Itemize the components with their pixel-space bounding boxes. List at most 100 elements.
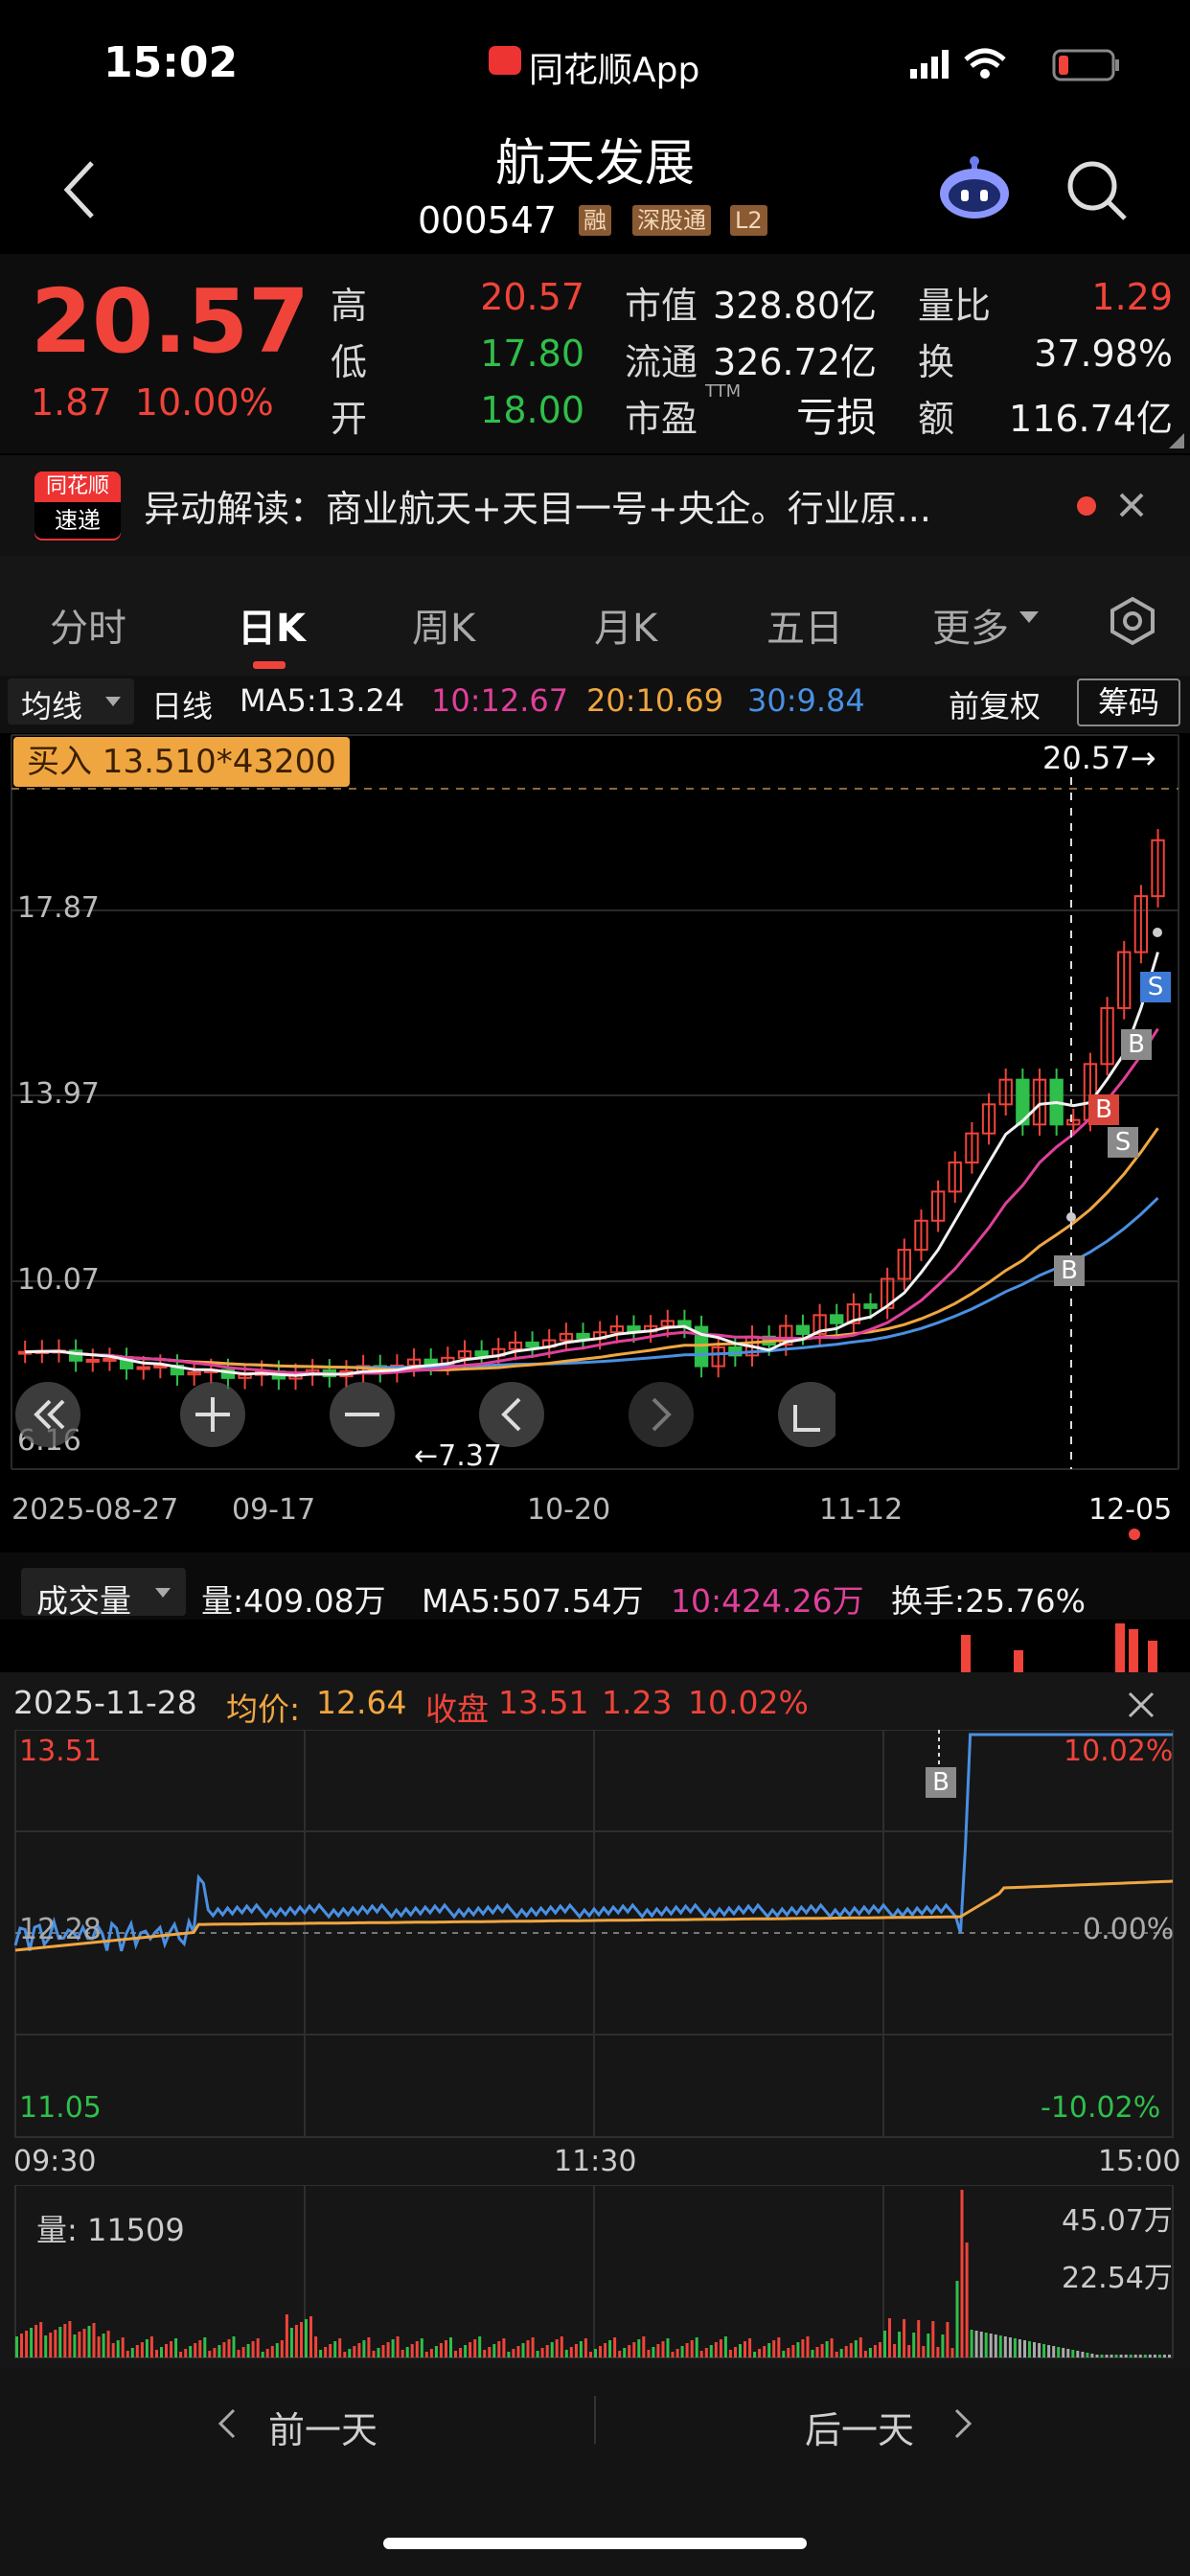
intraday-volume-bar bbox=[931, 2321, 935, 2358]
intraday-volume-top: 45.07万 bbox=[1062, 2204, 1173, 2238]
volume-ratio-label: 量比 bbox=[918, 285, 992, 327]
expand-corner-icon[interactable] bbox=[1169, 433, 1184, 448]
status-app-name: 同花顺App bbox=[529, 51, 700, 90]
intraday-volume-bar bbox=[1157, 2355, 1161, 2358]
intraday-volume-bar bbox=[723, 2336, 727, 2358]
intraday-volume-bar bbox=[1168, 2355, 1171, 2358]
intraday-volume-bar bbox=[1124, 2355, 1128, 2358]
close-percent: 10.02% bbox=[688, 1684, 809, 1721]
tab-five-day[interactable]: 五日 bbox=[767, 597, 843, 653]
pe-label: 市盈 bbox=[625, 398, 698, 440]
intraday-volume-bar bbox=[391, 2339, 395, 2358]
search-icon[interactable] bbox=[1065, 159, 1129, 222]
tab-intraday[interactable]: 分时 bbox=[50, 597, 126, 653]
zoom-in-button[interactable] bbox=[176, 1380, 249, 1449]
buy-marker[interactable]: B bbox=[1088, 1094, 1119, 1125]
intraday-volume-bar bbox=[275, 2343, 279, 2358]
close-icon[interactable] bbox=[1117, 491, 1146, 519]
next-day-button[interactable]: 后一天 bbox=[805, 2401, 914, 2453]
close-icon[interactable] bbox=[1127, 1690, 1156, 1719]
buy-marker[interactable]: B bbox=[1121, 1029, 1152, 1060]
intraday-volume-bar bbox=[179, 2352, 183, 2358]
tab-monthly-k[interactable]: 月K bbox=[594, 597, 657, 653]
intraday-volume-bar bbox=[748, 2338, 752, 2358]
intraday-volume-bar bbox=[560, 2336, 563, 2358]
buy-marker[interactable]: B bbox=[1054, 1255, 1085, 1286]
intraday-volume-bar bbox=[314, 2336, 318, 2358]
robot-assistant-icon[interactable] bbox=[937, 153, 1012, 222]
candle-body bbox=[830, 1314, 844, 1324]
intraday-volume-bar bbox=[49, 2333, 53, 2358]
tab-weekly-k[interactable]: 周K bbox=[412, 597, 475, 653]
chips-button[interactable]: 筹码 bbox=[1077, 678, 1180, 726]
intraday-volume-bar bbox=[950, 2348, 954, 2358]
ma30-value: 30:9.84 bbox=[747, 682, 865, 719]
fullscreen-button[interactable] bbox=[774, 1380, 847, 1449]
intraday-volume-bar bbox=[835, 2352, 838, 2358]
battery-icon bbox=[1052, 49, 1119, 81]
intraday-volume-bar bbox=[647, 2350, 651, 2358]
intraday-volume-bar bbox=[329, 2344, 332, 2358]
intraday-volume-bar bbox=[1003, 2336, 1007, 2358]
tab-daily-k[interactable]: 日K bbox=[238, 597, 306, 653]
intraday-volume-bar bbox=[39, 2322, 43, 2358]
amount-value: 116.74亿 bbox=[1009, 398, 1173, 440]
tag-margin: 融 bbox=[579, 205, 611, 236]
intraday-volume-bar bbox=[739, 2344, 742, 2358]
intraday-volume-bar bbox=[854, 2340, 858, 2358]
prev-day-button[interactable]: 前一天 bbox=[268, 2401, 378, 2453]
close-label: 收盘 bbox=[425, 1690, 489, 1728]
intraday-volume-bar bbox=[265, 2349, 269, 2358]
intraday-volume-bar bbox=[232, 2336, 236, 2358]
intraday-volume-bar bbox=[280, 2340, 284, 2358]
zoom-out-button[interactable] bbox=[326, 1380, 399, 1449]
open-label: 开 bbox=[331, 398, 368, 440]
intraday-volume-bar bbox=[652, 2347, 655, 2358]
adjust-button[interactable]: 前复权 bbox=[949, 682, 1041, 726]
intraday-volume-bar bbox=[324, 2347, 328, 2358]
pe-value: 亏损 bbox=[795, 394, 877, 441]
intraday-volume-bar bbox=[579, 2341, 583, 2358]
intraday-volume-bar bbox=[873, 2345, 877, 2358]
intraday-volume-bar bbox=[289, 2328, 293, 2358]
intraday-volume-bar bbox=[555, 2339, 559, 2358]
ma5-value: MA5:13.24 bbox=[240, 682, 405, 719]
intraday-volume-bar bbox=[256, 2338, 260, 2358]
intraday-volume-bar bbox=[1095, 2355, 1099, 2358]
intraday-volume-bar bbox=[801, 2339, 805, 2358]
intraday-volume-bar bbox=[25, 2331, 29, 2358]
intraday-volume-bar bbox=[936, 2347, 940, 2358]
ma-select-label[interactable]: 均线 bbox=[21, 682, 82, 726]
news-text[interactable]: 异动解读：商业航天+天目一号+央企。行业原... bbox=[144, 479, 931, 532]
intraday-volume-bar bbox=[974, 2331, 978, 2358]
sell-marker[interactable]: S bbox=[1108, 1127, 1138, 1158]
intraday-x-tick: 09:30 bbox=[13, 2145, 97, 2178]
intraday-volume-bar bbox=[145, 2339, 149, 2358]
pe-ttm-sup: TTM bbox=[705, 381, 742, 402]
intraday-volume-bar bbox=[348, 2349, 352, 2358]
intraday-chart[interactable] bbox=[0, 1730, 1190, 2142]
intraday-volume-bar bbox=[675, 2349, 679, 2358]
candle-body bbox=[795, 1324, 811, 1335]
intraday-volume-bar bbox=[165, 2344, 168, 2358]
tab-more[interactable]: 更多 bbox=[932, 597, 1009, 653]
candle-body bbox=[423, 1358, 438, 1366]
intraday-volume-bar bbox=[213, 2348, 217, 2358]
settings-hex-icon[interactable] bbox=[1108, 596, 1157, 646]
mcap-label: 市值 bbox=[625, 285, 698, 327]
scroll-right-button[interactable] bbox=[625, 1380, 698, 1449]
sell-marker[interactable]: S bbox=[1140, 972, 1171, 1002]
scroll-left-button[interactable] bbox=[475, 1380, 548, 1449]
turnover-rate: 换手:25.76% bbox=[891, 1582, 1086, 1620]
buy-marker[interactable]: B bbox=[926, 1767, 956, 1798]
intraday-volume-bar bbox=[106, 2331, 110, 2358]
intraday-volume-bar bbox=[300, 2322, 303, 2358]
intraday-volume-bar bbox=[661, 2341, 665, 2358]
intraday-volume-bar bbox=[483, 2350, 487, 2358]
volume-bars-peek bbox=[961, 1623, 1157, 1672]
trade-badge[interactable]: 买入 13.510*43200 bbox=[13, 737, 350, 787]
rewind-button[interactable] bbox=[27, 1380, 100, 1449]
intraday-volume-bar bbox=[140, 2342, 144, 2358]
volume-select-label[interactable]: 成交量 bbox=[36, 1576, 131, 1622]
intraday-volume-bar bbox=[227, 2339, 231, 2358]
